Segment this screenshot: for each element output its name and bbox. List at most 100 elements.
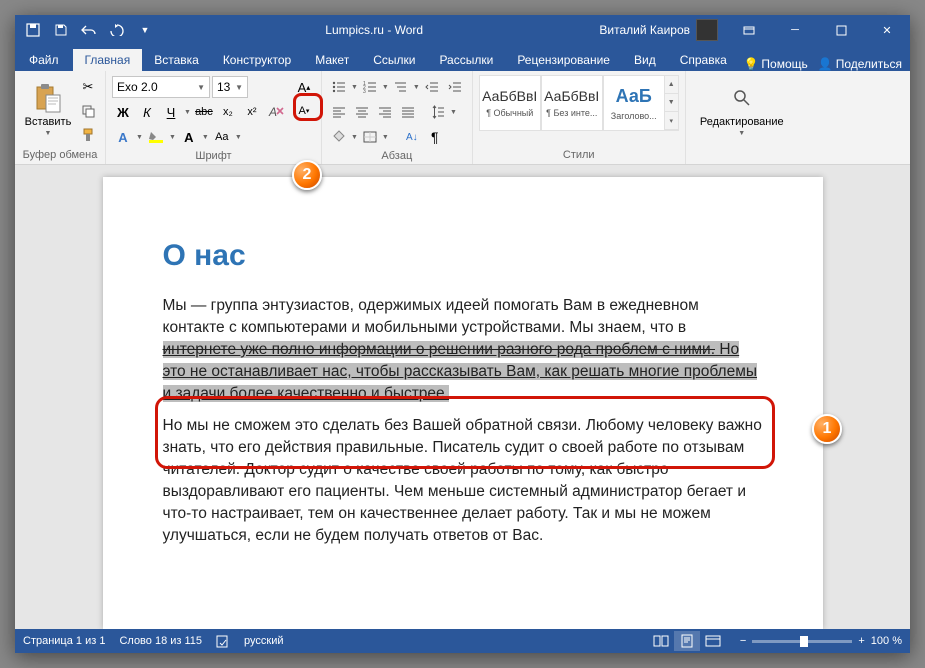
bullets-button[interactable] [328,76,350,98]
user-name: Виталий Каиров [599,23,690,37]
ribbon: Вставить ▼ ✂ Буфер обмена Exo 2.0▼ 13▼ [15,71,910,165]
status-words[interactable]: Слово 18 из 115 [119,635,202,647]
change-case-button[interactable]: Aa [211,126,233,148]
group-paragraph: ▼ 123▼ ▼ ▼ ▼ [322,71,473,164]
editing-button[interactable]: Редактирование ▼ [692,73,792,145]
font-size-combo[interactable]: 13▼ [212,76,248,98]
tab-design[interactable]: Конструктор [211,49,303,71]
align-center-button[interactable] [351,101,373,123]
web-layout-icon[interactable] [700,631,726,651]
multilevel-list-button[interactable] [390,76,412,98]
clear-formatting-button[interactable]: A [265,101,287,123]
tab-mailings[interactable]: Рассылки [427,49,505,71]
title-bar: ▼ Lumpics.ru - Word Виталий Каиров ─ ✕ [15,15,910,45]
zoom-slider[interactable] [752,640,852,643]
close-button[interactable]: ✕ [864,15,910,45]
status-language[interactable]: русский [244,635,283,647]
grow-font-button[interactable]: A▴ [293,76,315,98]
cut-icon[interactable]: ✂ [77,76,99,98]
borders-button[interactable] [359,126,381,148]
share-button[interactable]: 👤 Поделиться [818,57,902,71]
increase-indent-button[interactable] [444,76,466,98]
numbering-button[interactable]: 123 [359,76,381,98]
bold-button[interactable]: Ж [112,101,134,123]
svg-text:3: 3 [363,89,366,93]
print-layout-icon[interactable] [674,631,700,651]
read-mode-icon[interactable] [648,631,674,651]
shading-button[interactable] [328,126,350,148]
status-proofing-icon[interactable] [216,634,230,648]
group-styles: АаБбВвІ¶ Обычный АаБбВвІ¶ Без инте... Аа… [473,71,686,164]
clipboard-label: Буфер обмена [21,147,99,164]
maximize-button[interactable] [818,15,864,45]
style-no-spacing[interactable]: АаБбВвІ¶ Без инте... [541,75,603,131]
align-right-button[interactable] [374,101,396,123]
group-clipboard: Вставить ▼ ✂ Буфер обмена [15,71,106,164]
font-color-button[interactable]: A [178,126,200,148]
strikethrough-button[interactable]: abc [193,101,215,123]
status-page[interactable]: Страница 1 из 1 [23,635,105,647]
sort-button[interactable]: A↓ [401,126,423,148]
doc-paragraph-1: Мы — группа энтузиастов, одержимых идеей… [163,295,763,405]
paste-button[interactable]: Вставить ▼ [21,73,75,145]
tab-insert[interactable]: Вставка [142,49,211,71]
tab-layout[interactable]: Макет [303,49,361,71]
style-heading1[interactable]: АаБЗаголово... [603,75,665,131]
shrink-font-button[interactable]: A▾ [293,100,315,122]
minimize-button[interactable]: ─ [772,15,818,45]
tab-view[interactable]: Вид [622,49,668,71]
ribbon-tabs: Файл Главная Вставка Конструктор Макет С… [15,45,910,71]
zoom-out-button[interactable]: − [740,635,746,647]
undo-icon[interactable] [77,18,101,42]
text-effects-button[interactable]: A [112,126,134,148]
format-painter-icon[interactable] [77,124,99,146]
styles-scroll[interactable]: ▲▼▾ [665,75,679,131]
italic-button[interactable]: К [136,101,158,123]
justify-button[interactable] [397,101,419,123]
align-left-button[interactable] [328,101,350,123]
callout-2: 2 [292,160,322,190]
doc-paragraph-2: Но мы не сможем это сделать без Вашей об… [163,415,763,547]
svg-text:A: A [268,105,277,119]
tab-help[interactable]: Справка [668,49,739,71]
line-spacing-button[interactable] [427,101,449,123]
styles-label: Стили [479,147,679,164]
avatar [696,19,718,41]
selected-strikethrough-text: интернете уже полно информации о решении… [163,341,716,358]
user-account[interactable]: Виталий Каиров [591,19,726,41]
status-bar: Страница 1 из 1 Слово 18 из 115 русский … [15,629,910,653]
font-name-combo[interactable]: Exo 2.0▼ [112,76,210,98]
paragraph-label: Абзац [328,148,466,165]
tab-references[interactable]: Ссылки [361,49,427,71]
tell-me[interactable]: 💡 Помощь [743,57,807,71]
window-title: Lumpics.ru - Word [157,23,591,37]
underline-button[interactable]: Ч [160,101,182,123]
page: О нас Мы — группа энтузиастов, одержимых… [103,177,823,629]
find-icon [726,82,758,114]
font-label: Шрифт [112,148,315,165]
zoom-level[interactable]: 100 % [871,635,902,647]
tab-review[interactable]: Рецензирование [505,49,622,71]
callout-1: 1 [812,414,842,444]
copy-icon[interactable] [77,100,99,122]
paste-icon [32,82,64,114]
save-icon[interactable] [49,18,73,42]
autosave-icon[interactable] [21,18,45,42]
superscript-button[interactable]: x² [241,101,263,123]
group-editing: Редактирование ▼ [686,71,798,164]
subscript-button[interactable]: x₂ [217,101,239,123]
zoom-in-button[interactable]: + [858,635,864,647]
tab-file[interactable]: Файл [15,49,73,71]
zoom-control: − + 100 % [740,635,902,647]
qat-customize-icon[interactable]: ▼ [133,18,157,42]
doc-heading: О нас [163,239,763,273]
show-marks-button[interactable]: ¶ [424,126,446,148]
group-font: Exo 2.0▼ 13▼ Ж К Ч ▼ abc x₂ x² A A [106,71,322,164]
document-area[interactable]: О нас Мы — группа энтузиастов, одержимых… [15,165,910,629]
tab-home[interactable]: Главная [73,49,143,71]
redo-icon[interactable] [105,18,129,42]
ribbon-display-icon[interactable] [726,15,772,45]
style-normal[interactable]: АаБбВвІ¶ Обычный [479,75,541,131]
highlight-button[interactable] [145,126,167,148]
decrease-indent-button[interactable] [421,76,443,98]
